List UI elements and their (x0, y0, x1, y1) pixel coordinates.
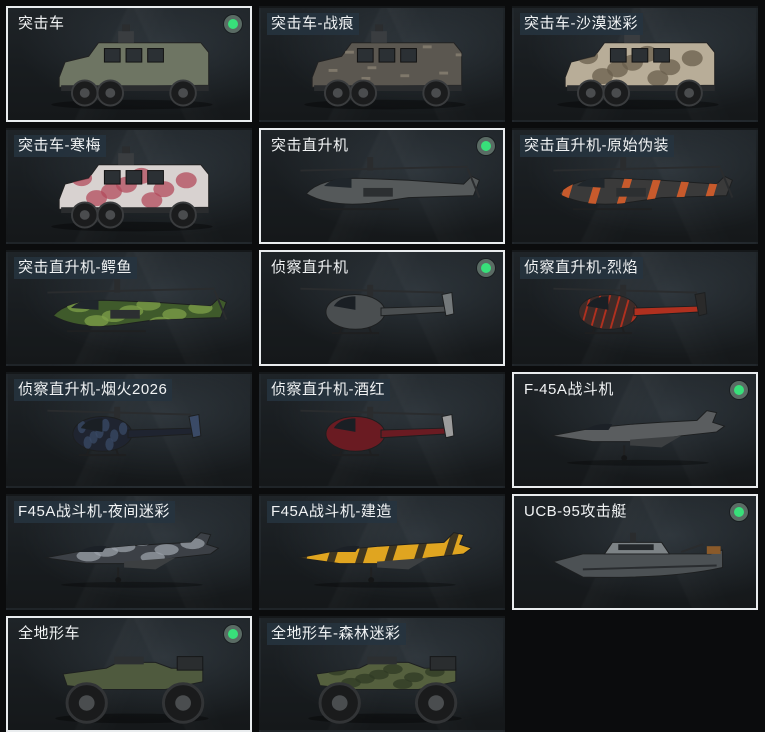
fighter-jet-graphic (551, 410, 726, 466)
armored-truck-graphic (51, 146, 213, 232)
vehicle-skin-card[interactable]: 侦察直升机-烟火2026 (6, 372, 252, 488)
vehicle-skin-name: 侦察直升机-酒红 (267, 379, 390, 401)
atv-graphic (55, 656, 209, 724)
vehicle-skin-card[interactable]: F-45A战斗机 (512, 372, 758, 488)
vehicle-skin-name: 全地形车-森林迷彩 (267, 623, 406, 645)
vehicle-skin-card[interactable]: 突击车-沙漠迷彩 (512, 6, 758, 122)
vehicle-skin-card[interactable]: 突击车-寒梅 (6, 128, 252, 244)
vehicle-skin-name: F-45A战斗机 (524, 381, 614, 398)
vehicle-skin-card[interactable]: 侦察直升机-烈焰 (512, 250, 758, 366)
vehicle-skin-name: 突击车 (18, 15, 65, 32)
attack-helicopter-graphic (553, 157, 734, 211)
vehicle-skin-name: F45A战斗机-夜间迷彩 (14, 501, 175, 523)
vehicle-skin-card[interactable]: 全地形车 (6, 616, 252, 732)
vehicle-skin-card[interactable]: 突击车-战痕 (259, 6, 505, 122)
vehicle-skin-name: 突击车-寒梅 (14, 135, 106, 157)
scout-helicopter-graphic (300, 406, 455, 457)
attack-helicopter-graphic (47, 279, 228, 333)
vehicle-skin-name: UCB-95攻击艇 (524, 503, 627, 520)
vehicle-skin-card[interactable]: 突击直升机-鳄鱼 (6, 250, 252, 366)
vehicle-skin-card[interactable]: 突击直升机 (259, 128, 505, 244)
equipped-indicator-icon (224, 625, 242, 643)
scout-helicopter-graphic (553, 284, 708, 335)
vehicle-skin-card[interactable]: 侦察直升机 (259, 250, 505, 366)
equipped-indicator-icon (730, 381, 748, 399)
vehicle-skin-grid: 突击车 突击车-战痕 突击车-沙漠迷彩突击车-寒梅 突击直升机 突击直升机-原始伪装突击… (0, 0, 765, 732)
vehicle-skin-name: 侦察直升机 (271, 259, 349, 276)
fighter-jet-graphic (298, 532, 473, 588)
vehicle-skin-name: 突击车-沙漠迷彩 (520, 13, 643, 35)
vehicle-skin-card[interactable]: F45A战斗机-夜间迷彩 (6, 494, 252, 610)
fighter-jet-graphic (45, 532, 220, 588)
vehicle-skin-name: 突击直升机 (271, 137, 349, 154)
attack-helicopter-graphic (300, 157, 481, 211)
vehicle-skin-name: 突击直升机-原始伪装 (520, 135, 674, 157)
vehicle-skin-name: 侦察直升机-烟火2026 (14, 379, 173, 401)
vehicle-skin-name: 全地形车 (18, 625, 81, 642)
scout-helicopter-graphic (300, 284, 455, 335)
equipped-indicator-icon (730, 503, 748, 521)
vehicle-skin-card[interactable]: 全地形车-森林迷彩 (259, 616, 505, 732)
vehicle-skin-name: F45A战斗机-建造 (267, 501, 397, 523)
equipped-indicator-icon (477, 137, 495, 155)
atv-graphic (308, 656, 462, 724)
armored-truck-graphic (557, 24, 719, 110)
attack-boat-graphic (552, 532, 724, 578)
vehicle-skin-card[interactable]: 突击车 (6, 6, 252, 122)
armored-truck-graphic (51, 24, 213, 110)
vehicle-skin-card[interactable]: 突击直升机-原始伪装 (512, 128, 758, 244)
vehicle-skin-card[interactable]: 侦察直升机-酒红 (259, 372, 505, 488)
vehicle-skin-name: 侦察直升机-烈焰 (520, 257, 643, 279)
vehicle-skin-name: 突击车-战痕 (267, 13, 359, 35)
vehicle-skin-name: 突击直升机-鳄鱼 (14, 257, 137, 279)
scout-helicopter-graphic (47, 406, 202, 457)
vehicle-skin-card[interactable]: UCB-95攻击艇 (512, 494, 758, 610)
equipped-indicator-icon (224, 15, 242, 33)
vehicle-skin-card[interactable]: F45A战斗机-建造 (259, 494, 505, 610)
equipped-indicator-icon (477, 259, 495, 277)
armored-truck-graphic (304, 24, 466, 110)
